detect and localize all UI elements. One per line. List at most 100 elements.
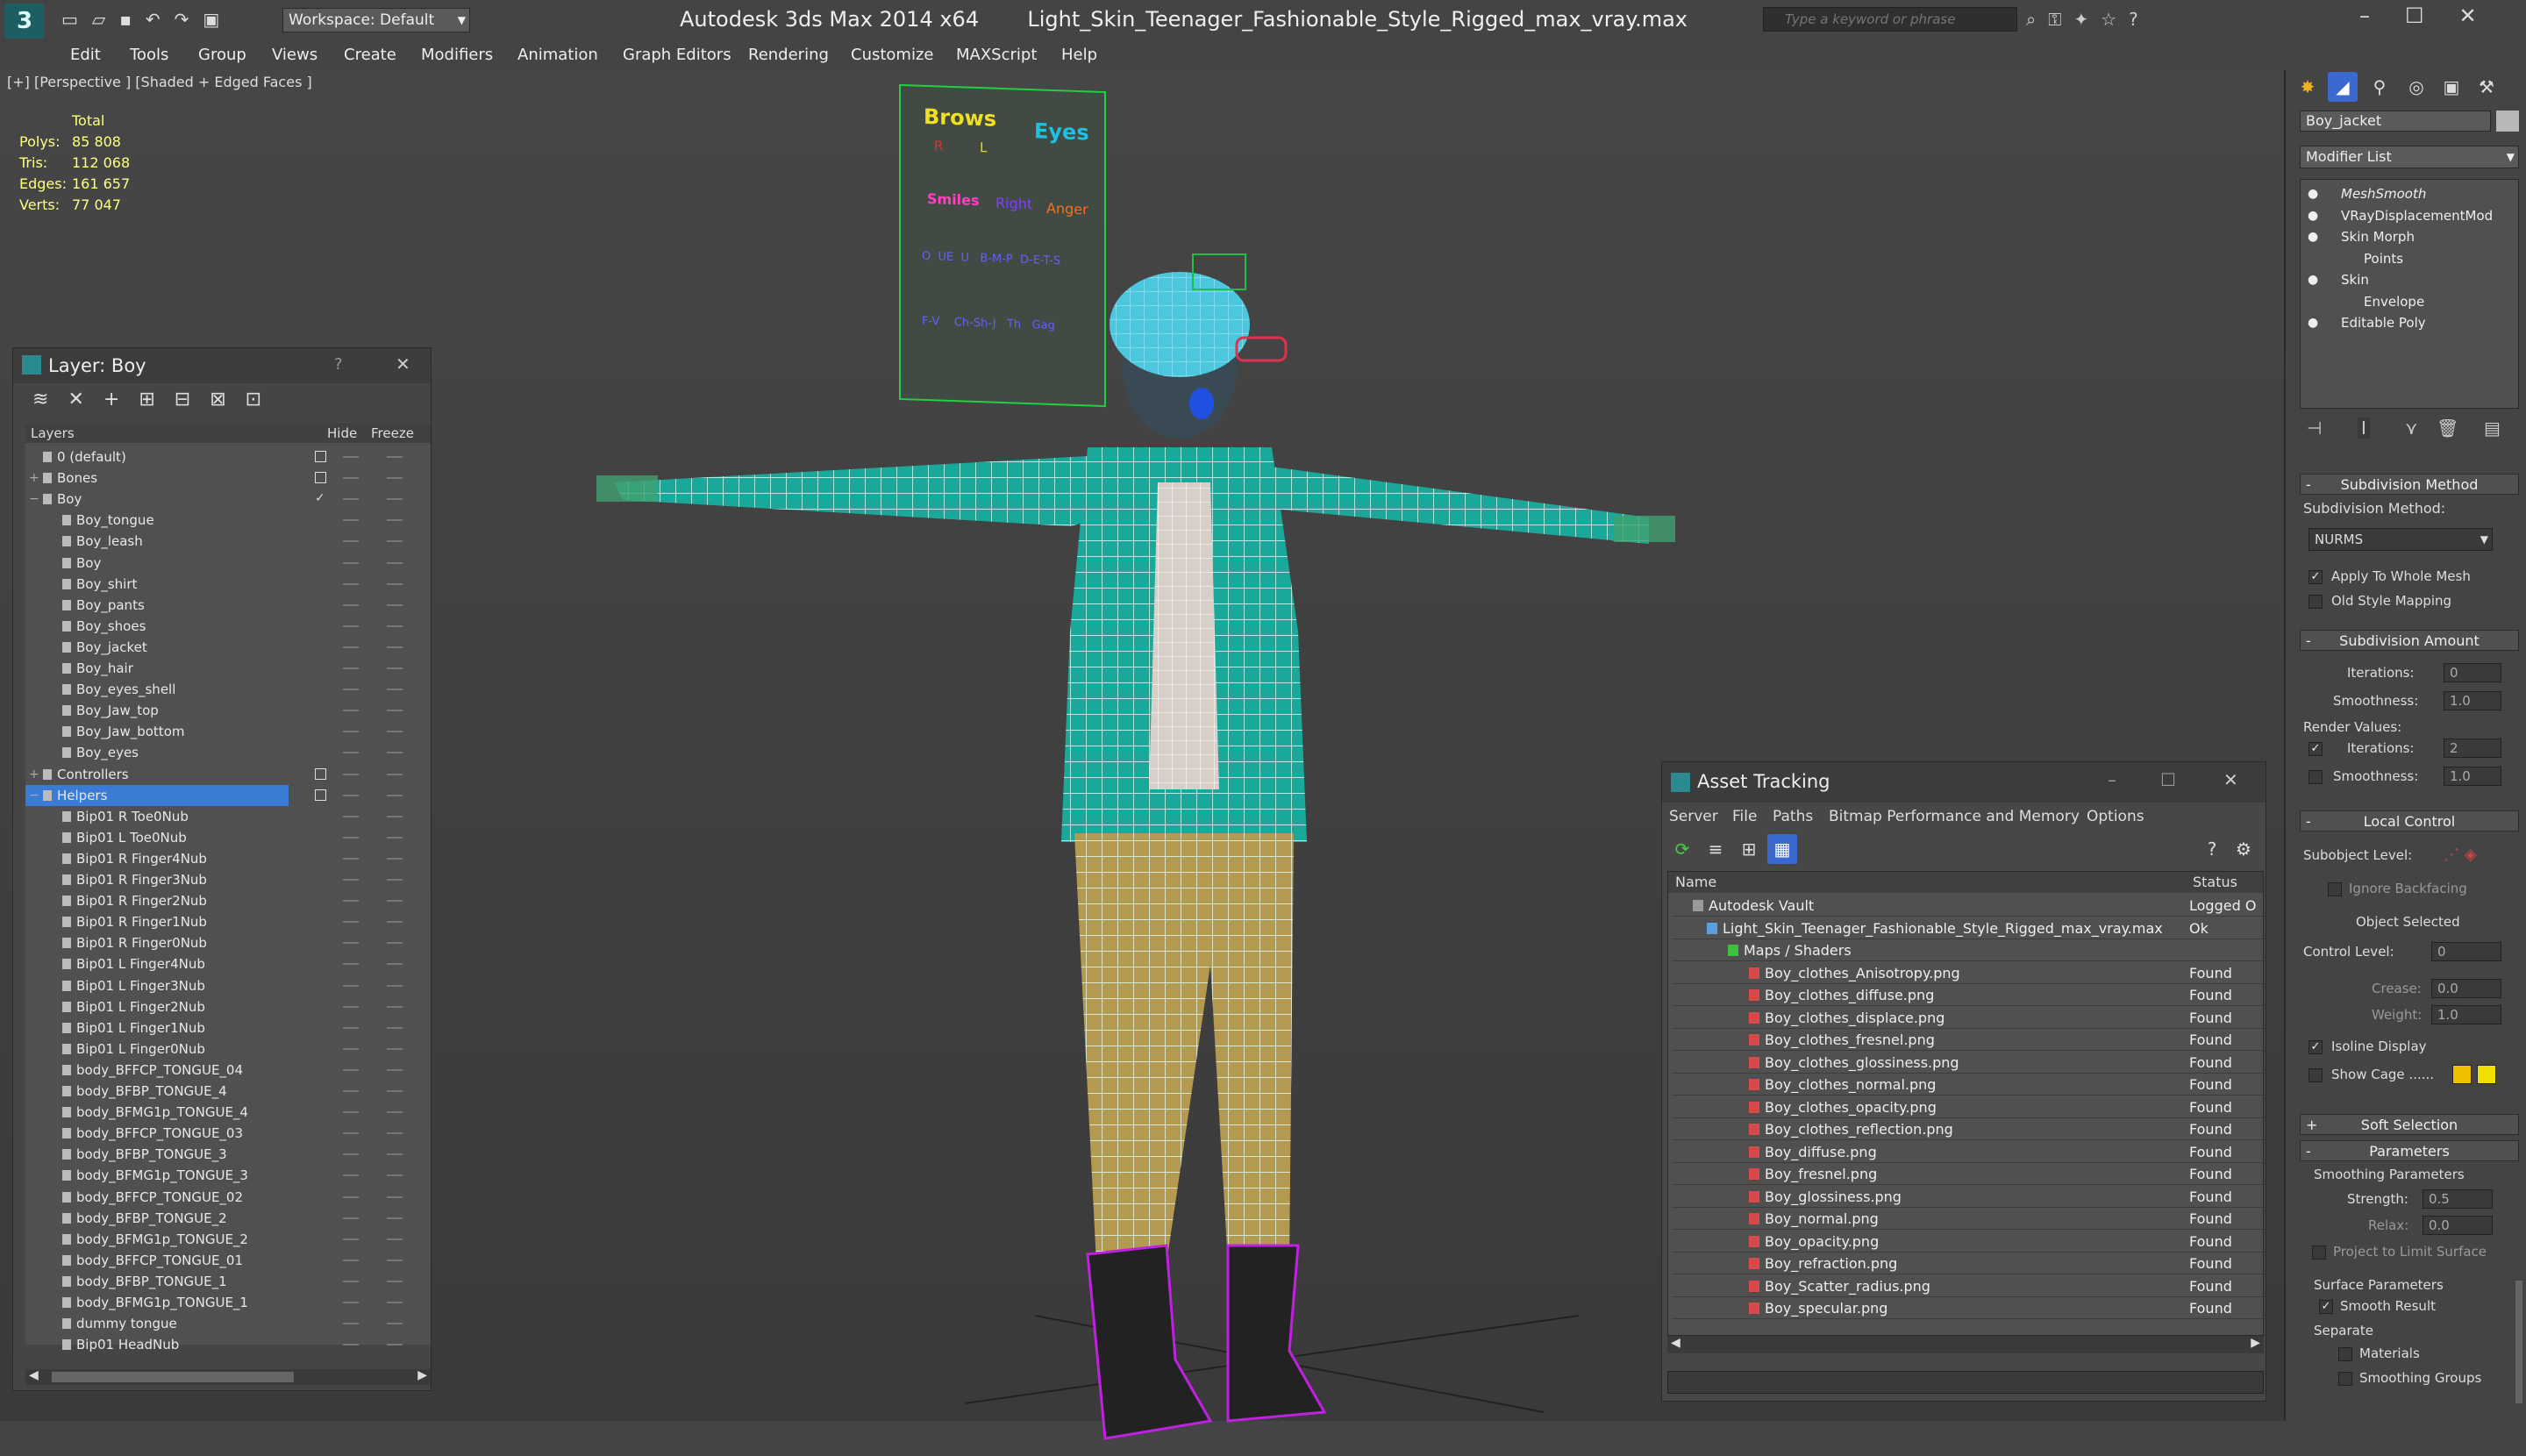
hide-toggle[interactable] [343,836,359,839]
vertex-mode-icon[interactable]: ⋰ ◈ [2444,846,2477,864]
smoothness-spinner[interactable]: 1.0 [2444,691,2501,710]
parameters-rollout[interactable]: - Parameters [2300,1140,2519,1161]
layer-row[interactable]: body_BFFCP_TONGUE_01 [25,1250,411,1271]
redo-icon[interactable]: ↷ [175,9,203,30]
open-file-icon[interactable]: ▱ [92,9,119,30]
asset-row[interactable]: Boy_Scatter_radius.png Found [1672,1275,2266,1297]
freeze-toggle[interactable] [387,1068,403,1071]
menu-maxscript[interactable]: MAXScript [956,46,1037,64]
scroll-left-icon[interactable]: ◀ [1671,1336,1680,1350]
header-name[interactable]: Name [1675,872,1716,893]
layer-row[interactable]: Bip01 L Toe0Nub [25,827,411,848]
iterations-spinner[interactable]: 0 [2444,663,2501,682]
menu-edit[interactable]: Edit [70,46,101,64]
layer-panel-titlebar[interactable]: Layer: Boy ? ✕ [13,348,431,383]
menu-tools[interactable]: Tools [130,46,168,64]
layer-row[interactable]: Boy_eyes_shell [25,679,411,700]
asset-row[interactable]: Boy_clothes_normal.png Found [1672,1074,2266,1096]
freeze-toggle[interactable] [387,1238,403,1240]
hide-toggle[interactable] [343,540,359,543]
light-bulb-icon[interactable]: ● [2308,183,2318,204]
asset-row[interactable]: Boy_clothes_Anisotropy.png Found [1672,962,2266,984]
header-hide[interactable]: Hide [327,424,357,443]
expand-toggle-icon[interactable]: + [29,764,39,785]
hold-icon[interactable]: ▣ [203,9,233,30]
layer-row[interactable]: body_BFMG1p_TONGUE_2 [25,1229,411,1250]
menu-group[interactable]: Group [198,46,246,64]
layer-row[interactable]: Bip01 L Finger2Nub [25,996,411,1017]
subdivision-amount-rollout[interactable]: - Subdivision Amount [2300,630,2519,651]
hierarchy-tab-icon[interactable]: ⚲ [2365,72,2394,102]
asset-path-field[interactable] [1667,1371,2264,1394]
remove-modifier-icon[interactable]: 🗑 [2437,418,2458,439]
hide-toggle[interactable] [343,1195,359,1198]
object-name-field[interactable]: Boy_jacket [2300,111,2491,132]
freeze-toggle[interactable] [387,731,403,733]
freeze-toggle[interactable] [387,1174,403,1177]
modifier-stack-item[interactable]: ● MeshSmooth [2301,183,2518,204]
layer-row[interactable]: − Boy ✓ [25,489,411,510]
layer-row[interactable]: Bip01 R Finger1Nub [25,911,411,932]
new-file-icon[interactable]: ▭ [61,9,92,30]
control-level-spinner[interactable]: 0 [2431,942,2501,961]
freeze-toggle[interactable] [387,1111,403,1114]
hide-toggle[interactable] [343,1153,359,1156]
layer-row[interactable]: Bip01 R Finger2Nub [25,890,411,911]
freeze-toggle[interactable] [387,1323,403,1325]
freeze-toggle[interactable] [387,984,403,987]
layer-row[interactable]: body_BFMG1p_TONGUE_3 [25,1165,411,1186]
menu-rendering[interactable]: Rendering [748,46,829,64]
show-end-result-icon[interactable]: I [2358,418,2370,439]
smooth-result-checkbox[interactable]: ✓ [2319,1300,2333,1314]
layer-row[interactable]: body_BFFCP_TONGUE_03 [25,1123,411,1144]
display-tab-icon[interactable]: ▣ [2437,72,2466,102]
modifier-stack-item[interactable]: ● Skin Morph [2301,226,2518,247]
freeze-toggle[interactable] [387,498,403,501]
menu-animation[interactable]: Animation [517,46,598,64]
asset-horizontal-scrollbar[interactable]: ◀ ▶ [1667,1336,2264,1353]
freeze-toggle[interactable] [387,752,403,754]
hide-toggle[interactable] [343,1026,359,1029]
layer-row[interactable]: Bip01 L Finger0Nub [25,1038,411,1060]
freeze-toggle[interactable] [387,667,403,669]
layer-row[interactable]: 0 (default) [25,446,411,467]
search-input[interactable] [1785,8,2013,31]
freeze-toggle[interactable] [387,963,403,966]
hide-toggle[interactable] [343,773,359,775]
light-bulb-icon[interactable]: ● [2308,205,2318,226]
freeze-toggle[interactable] [387,1280,403,1282]
asset-row[interactable]: Light_Skin_Teenager_Fashionable_Style_Ri… [1672,917,2266,939]
current-layer-check-icon[interactable]: ✓ [315,492,326,504]
layer-row[interactable]: + Bones [25,467,411,489]
hide-toggle[interactable] [343,498,359,501]
hide-toggle[interactable] [343,984,359,987]
undo-icon[interactable]: ↶ [146,9,175,30]
layer-box-icon[interactable] [315,472,326,484]
freeze-toggle[interactable] [387,646,403,648]
workspace-dropdown[interactable]: Workspace: Default ▼ [282,8,470,32]
weight-spinner[interactable]: 1.0 [2431,1005,2501,1024]
asset-row[interactable]: Boy_clothes_displace.png Found [1672,1007,2266,1029]
hide-toggle[interactable] [343,879,359,881]
menu-help[interactable]: Help [1061,46,1097,64]
freeze-toggle[interactable] [387,1344,403,1346]
configure-sets-icon[interactable]: ▤ [2484,418,2501,439]
hide-toggle[interactable] [343,561,359,564]
modifier-stack-item[interactable]: Points [2301,248,2518,269]
light-bulb-icon[interactable]: ● [2308,269,2318,290]
crease-spinner[interactable]: 0.0 [2431,979,2501,998]
freeze-toggle[interactable] [387,1047,403,1050]
layer-horizontal-scrollbar[interactable]: ◀ ▶ [25,1368,431,1385]
freeze-toggle[interactable] [387,582,403,585]
freeze-toggle[interactable] [387,857,403,860]
hide-toggle[interactable] [343,815,359,817]
layer-row[interactable]: Bip01 HeadNub [25,1334,411,1355]
layer-row[interactable]: Bip01 L Finger1Nub [25,1017,411,1038]
asset-row[interactable]: Autodesk Vault Logged O [1672,895,2266,917]
asset-menu-paths[interactable]: Paths [1773,803,1813,831]
hide-toggle[interactable] [343,731,359,733]
hide-toggle[interactable] [343,921,359,924]
expand-toggle-icon[interactable]: − [29,489,39,510]
key-icon[interactable]: ⚿ [2048,9,2073,30]
cage-color-swatch-2[interactable] [2477,1065,2496,1084]
